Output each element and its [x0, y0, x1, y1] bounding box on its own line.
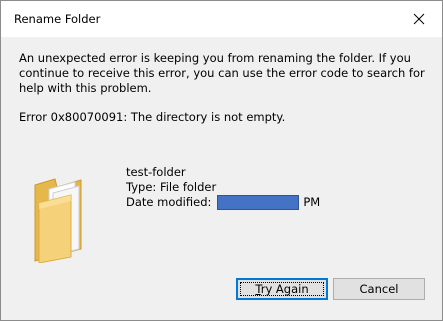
try-again-button[interactable]: Try Again — [236, 278, 328, 300]
close-icon — [413, 13, 425, 25]
date-modified-label: Date modified: — [126, 195, 212, 209]
cancel-label: Cancel — [359, 282, 399, 296]
date-suffix: PM — [303, 195, 321, 209]
dialog-content: An unexpected error is keeping you from … — [1, 37, 442, 320]
folder-icon — [31, 171, 101, 264]
dialog-title: Rename Folder — [14, 12, 101, 26]
redacted-date — [217, 195, 300, 210]
title-bar[interactable]: Rename Folder — [1, 1, 442, 37]
rename-folder-dialog: Rename Folder An unexpected error is kee… — [0, 0, 443, 321]
close-button[interactable] — [396, 1, 442, 37]
item-details: test-folder Type: File folder Date modif… — [126, 165, 320, 210]
item-type: Type: File folder — [126, 180, 217, 194]
item-name: test-folder — [126, 165, 186, 179]
cancel-button[interactable]: Cancel — [333, 278, 425, 300]
error-code-text: Error 0x80070091: The directory is not e… — [19, 110, 286, 124]
error-message: An unexpected error is keeping you from … — [19, 51, 425, 95]
item-date-row: Date modified: PM — [126, 195, 320, 210]
focus-rectangle — [240, 282, 324, 296]
